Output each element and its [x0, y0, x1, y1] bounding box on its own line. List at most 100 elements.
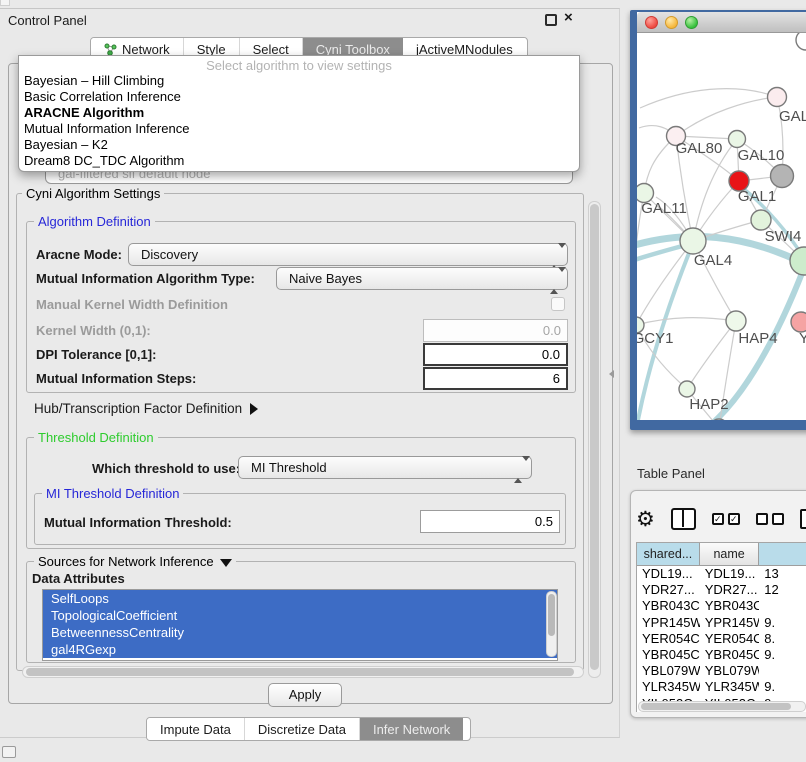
scrollbar-thumb[interactable] [590, 204, 599, 670]
table-cell: YBL079W [637, 663, 700, 679]
data-attributes-list[interactable]: SelfLoopsTopologicalCoefficientBetweenne… [42, 589, 558, 661]
cyni-algorithm-settings-title: Cyni Algorithm Settings [22, 186, 164, 201]
which-threshold-combo[interactable]: MI Threshold [238, 456, 532, 479]
algorithm-option[interactable]: Bayesian – K2 [19, 137, 579, 153]
dropdown-items: Bayesian – Hill ClimbingBasic Correlatio… [19, 73, 579, 169]
hub-definition-label[interactable]: Hub/Transcription Factor Definition [34, 401, 258, 416]
algorithm-option[interactable]: Basic Correlation Inference [19, 89, 579, 105]
node-label: GAL4 [694, 252, 732, 269]
table-cell: YBL079W [700, 663, 760, 679]
table-cell [759, 598, 806, 614]
tab-discretize-data[interactable]: Discretize Data [245, 718, 360, 740]
network-node[interactable] [791, 312, 806, 332]
mi-steps-field[interactable] [423, 367, 568, 390]
minimize-traffic-light[interactable] [665, 16, 678, 29]
attribute-item[interactable]: gal4RGexp [43, 641, 557, 658]
tab-impute-data[interactable]: Impute Data [147, 718, 245, 740]
scrollbar-thumb[interactable] [26, 668, 574, 676]
table-row[interactable]: YBR043CYBR043C [637, 598, 806, 614]
attribute-item[interactable]: TopologicalCoefficient [43, 607, 557, 624]
expand-arrow-icon [250, 403, 258, 415]
kernel-width-field[interactable] [423, 319, 568, 342]
node-label: GAL10 [738, 147, 785, 164]
gear-icon[interactable]: ⚙ [636, 509, 655, 530]
sources-title-text: Sources for Network Inference [38, 554, 214, 569]
aracne-mode-value: Discovery [141, 247, 198, 262]
network-edge [637, 318, 736, 325]
attribute-item[interactable]: SelfLoops [43, 590, 557, 607]
network-window-titlebar[interactable] [637, 12, 806, 33]
network-node[interactable] [729, 131, 746, 148]
network-node[interactable] [751, 210, 771, 230]
sources-title[interactable]: Sources for Network Inference [34, 554, 236, 569]
attributes-scrollbar[interactable] [546, 591, 557, 657]
minimized-panel-icon[interactable] [2, 746, 16, 758]
table-cell: YDR27... [637, 582, 700, 598]
scrollbar-thumb[interactable] [641, 703, 791, 710]
node-label: GAL [779, 108, 806, 125]
table-row[interactable]: YPR145WYPR145W9. [637, 615, 806, 631]
table-row[interactable]: YBR045CYBR045C9. [637, 647, 806, 663]
table-cell: YBR043C [637, 598, 700, 614]
close-traffic-light[interactable] [645, 16, 658, 29]
apply-button[interactable]: Apply [268, 683, 342, 707]
table-row[interactable]: YBL079WYBL079W [637, 663, 806, 679]
table-row[interactable]: YLR345WYLR345W9. [637, 679, 806, 695]
select-all-icon[interactable]: ✓✓ [712, 513, 740, 525]
table-cell: 8. [759, 631, 806, 647]
network-node[interactable] [768, 88, 787, 107]
tab-infer-network[interactable]: Infer Network [360, 718, 463, 740]
aracne-mode-combo[interactable]: Discovery [128, 243, 568, 266]
settings-hscrollbar[interactable] [22, 666, 584, 678]
algorithm-option[interactable]: Bayesian – Hill Climbing [19, 73, 579, 89]
table-row[interactable]: YDR27...YDR27...12 [637, 582, 806, 598]
mi-threshold-field[interactable] [420, 510, 560, 533]
column-header[interactable] [759, 543, 806, 566]
table-panel-title: Table Panel [637, 466, 705, 481]
node-label: Y [799, 330, 806, 347]
network-node[interactable] [771, 165, 794, 188]
table-cell: YDR27... [700, 582, 760, 598]
dpi-tolerance-field[interactable] [423, 343, 568, 366]
algorithm-dropdown: Select algorithm to view settings Bayesi… [18, 55, 580, 172]
algorithm-option[interactable]: ARACNE Algorithm [19, 105, 579, 121]
new-table-icon[interactable] [800, 509, 806, 529]
table-row[interactable]: YDL19...YDL19...13 [637, 566, 806, 582]
algorithm-option[interactable]: Dream8 DC_TDC Algorithm [19, 153, 579, 169]
network-node[interactable] [679, 381, 695, 397]
attribute-item[interactable]: BetweennessCentrality [43, 624, 557, 641]
network-node[interactable] [680, 228, 706, 254]
hub-definition-text: Hub/Transcription Factor Definition [34, 401, 242, 416]
algorithm-option[interactable]: Mutual Information Inference [19, 121, 579, 137]
zoom-traffic-light[interactable] [685, 16, 698, 29]
network-node[interactable] [790, 247, 806, 275]
table-cell: YBR045C [700, 647, 760, 663]
manual-kernel-width-label: Manual Kernel Width Definition [36, 297, 228, 312]
splitter-handle-icon[interactable] [609, 370, 614, 378]
algorithm-definition-title: Algorithm Definition [34, 214, 155, 229]
split-view-icon[interactable] [671, 508, 696, 530]
table-row[interactable]: YER054CYER054C8. [637, 631, 806, 647]
threshold-definition-title: Threshold Definition [34, 430, 158, 445]
column-header[interactable]: name [700, 543, 760, 566]
network-edge [640, 89, 777, 108]
deselect-all-icon[interactable] [756, 513, 784, 525]
aracne-mode-label: Aracne Mode: [36, 247, 122, 262]
table-rows: YDL19...YDL19...13YDR27...YDR27...12YBR0… [637, 566, 806, 703]
mi-threshold-group-title: MI Threshold Definition [42, 486, 183, 501]
collapse-arrow-icon [220, 559, 232, 567]
float-window-icon[interactable] [545, 14, 557, 26]
table-hscrollbar[interactable] [638, 701, 806, 712]
settings-vscrollbar[interactable] [588, 201, 601, 678]
mi-algorithm-type-label: Mutual Information Algorithm Type: [36, 271, 255, 286]
network-node[interactable] [796, 33, 806, 50]
manual-kernel-width-checkbox[interactable] [551, 297, 565, 311]
column-header[interactable]: shared... [637, 543, 700, 566]
network-canvas[interactable]: GALGAL80GAL10GAL1GAL11SWI4GAL4GCY1HAP4YH… [637, 33, 806, 420]
node-label: GAL11 [641, 200, 687, 217]
close-icon[interactable]: × [564, 9, 573, 26]
control-panel-title: Control Panel [8, 13, 87, 28]
scrollbar-thumb[interactable] [548, 594, 555, 636]
mi-algorithm-type-combo[interactable]: Naive Bayes [276, 267, 568, 290]
network-node[interactable] [726, 311, 746, 331]
